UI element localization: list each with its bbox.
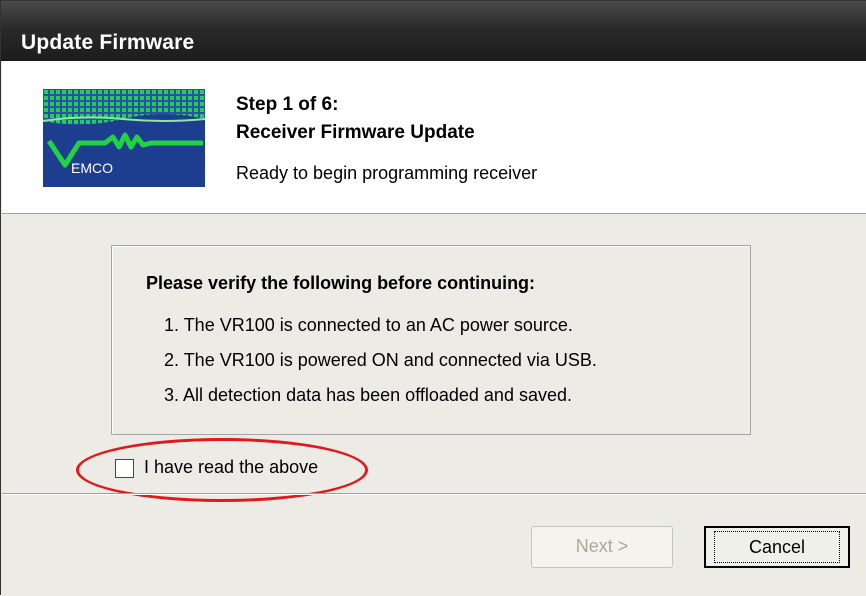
logo-text: EMCO: [71, 160, 113, 176]
update-firmware-dialog: Update Firmware EMCO Step 1 of 6: Receiv…: [0, 0, 866, 596]
cancel-button-label: Cancel: [713, 531, 841, 563]
window-title: Update Firmware: [21, 31, 195, 54]
vemco-logo-icon: EMCO: [43, 89, 205, 187]
checklist-heading: Please verify the following before conti…: [146, 273, 536, 293]
step-description: Ready to begin programming receiver: [236, 163, 538, 183]
cancel-button[interactable]: Cancel: [704, 526, 850, 568]
checklist-item: 2. The VR100 is powered ON and connected…: [164, 350, 597, 370]
checklist-item: 3. All detection data has been offloaded…: [164, 385, 572, 405]
next-button[interactable]: Next >: [531, 526, 673, 568]
title-bar[interactable]: Update Firmware: [1, 1, 866, 61]
footer-divider: [2, 493, 866, 495]
checklist-item: 1. The VR100 is connected to an AC power…: [164, 315, 573, 335]
step-title: Step 1 of 6:: [236, 94, 339, 115]
step-subtitle: Receiver Firmware Update: [236, 122, 475, 143]
